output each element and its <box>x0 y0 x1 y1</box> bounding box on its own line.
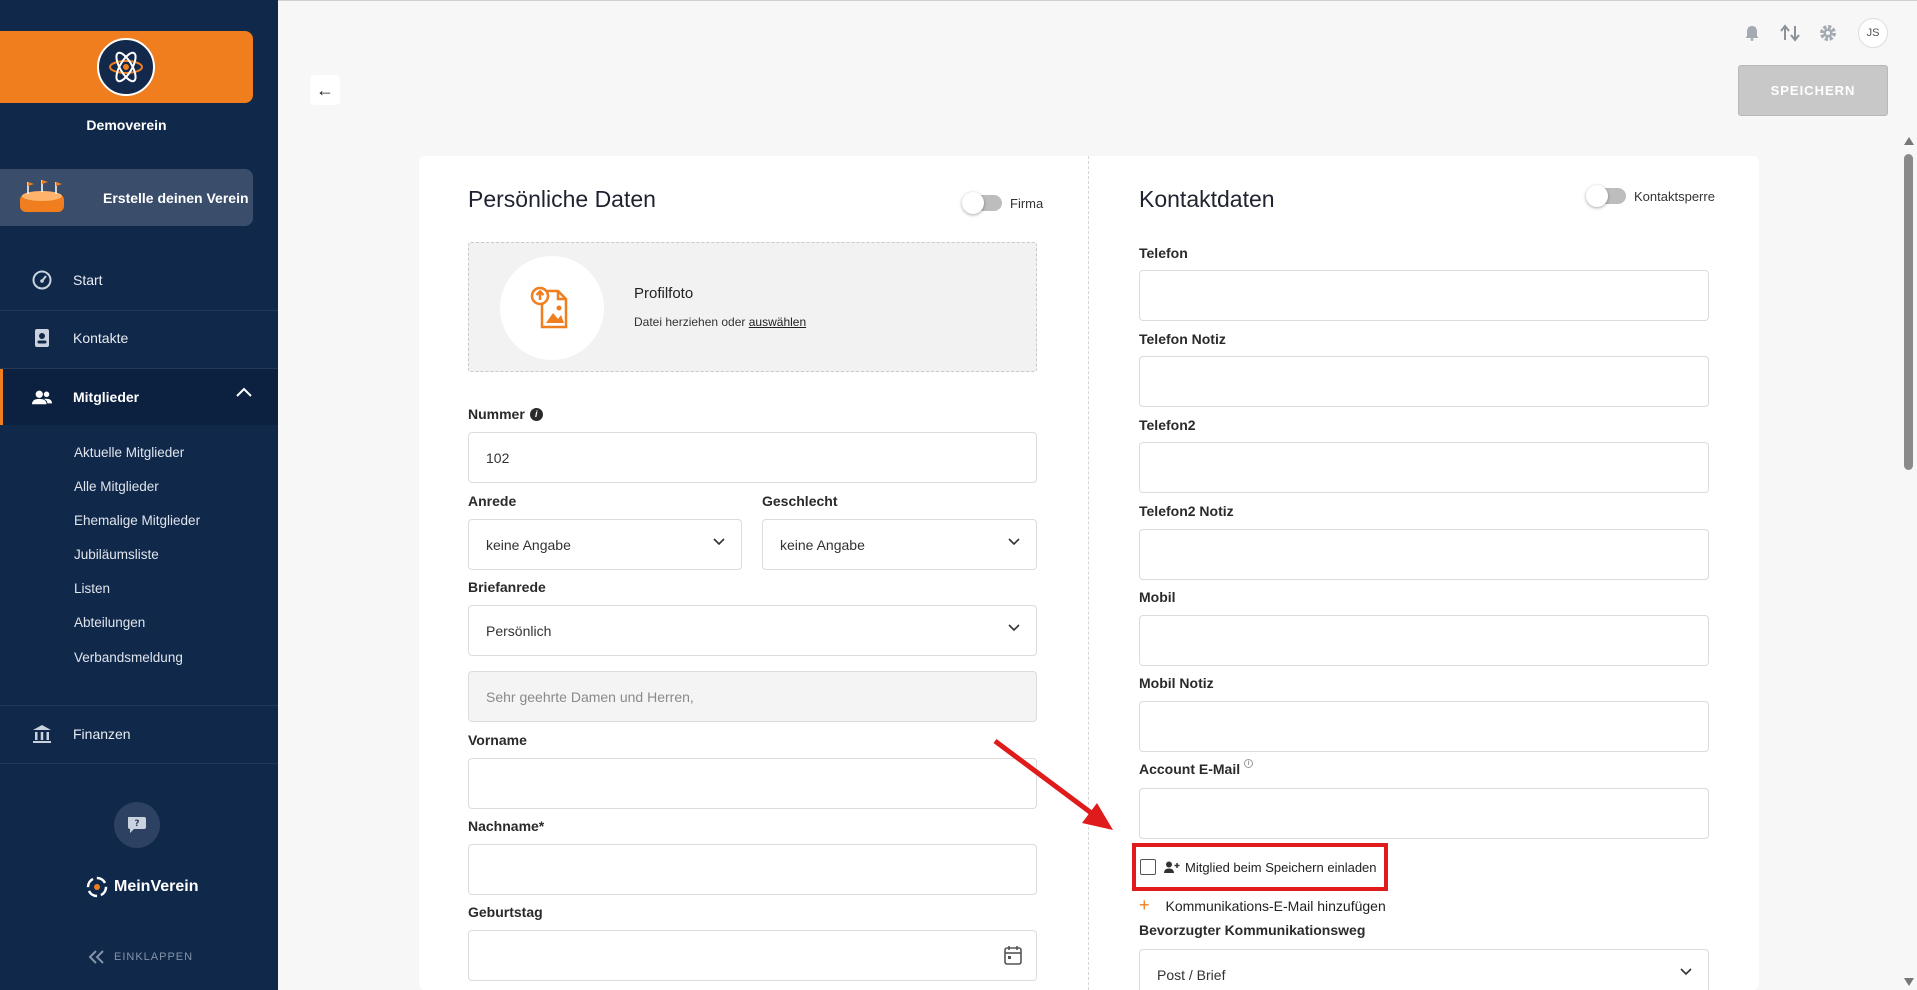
phone2-note-label: Telefon2 Notiz <box>1139 503 1234 519</box>
info-icon[interactable]: i <box>1244 758 1254 768</box>
top-actions: JS <box>1740 18 1888 48</box>
info-icon[interactable]: i <box>529 407 543 421</box>
double-chevron-left-icon <box>88 950 104 964</box>
add-communication-email-button[interactable]: + Kommunikations-E-Mail hinzufügen <box>1139 895 1386 916</box>
svg-text:?: ? <box>134 819 139 829</box>
phone2-note-input[interactable] <box>1139 529 1709 580</box>
firstname-input[interactable] <box>468 758 1037 809</box>
contact-card-icon <box>32 328 52 348</box>
sidebar-subitem-former-members[interactable]: Ehemalige Mitglieder <box>74 513 200 528</box>
nav-label: Kontakte <box>73 330 129 346</box>
sidebar-subitem-lists[interactable]: Listen <box>74 581 110 596</box>
arrow-left-icon: ← <box>316 79 334 100</box>
chevron-up-icon[interactable] <box>236 387 252 397</box>
profile-photo-dropzone[interactable]: Profilfoto Datei herziehen oder auswähle… <box>468 242 1037 372</box>
sidebar-subitem-association-report[interactable]: Verbandsmeldung <box>74 650 183 665</box>
profile-photo-title: Profilfoto <box>634 285 694 302</box>
company-toggle[interactable]: Firma <box>962 192 1043 214</box>
nav-item-members[interactable]: Mitglieder <box>0 369 278 425</box>
number-input[interactable]: 102 <box>468 432 1037 483</box>
nav-item-start[interactable]: Start <box>0 252 278 308</box>
nav-label: Finanzen <box>73 726 131 742</box>
phone-input[interactable] <box>1139 270 1709 321</box>
save-button[interactable]: SPEICHERN <box>1738 65 1888 116</box>
user-avatar[interactable]: JS <box>1858 18 1888 48</box>
chevron-down-icon <box>1680 968 1692 976</box>
sidebar-subitem-departments[interactable]: Abteilungen <box>74 615 145 630</box>
bank-icon <box>32 724 52 744</box>
preferred-communication-select[interactable]: Post / Brief <box>1139 949 1709 990</box>
account-email-input[interactable] <box>1139 788 1709 839</box>
letter-salutation-select[interactable]: Persönlich <box>468 605 1037 656</box>
members-icon <box>32 387 52 407</box>
scroll-up-arrow[interactable] <box>1904 137 1914 145</box>
chevron-down-icon <box>713 538 725 546</box>
user-plus-icon <box>1164 861 1180 873</box>
mobile-note-input[interactable] <box>1139 701 1709 752</box>
meinverein-logo-icon <box>86 876 108 898</box>
profile-photo-hint: Datei herziehen oder auswählen <box>634 315 807 329</box>
club-name: Demoverein <box>86 117 167 133</box>
invite-member-label: Mitglied beim Speichern einladen <box>1185 859 1377 875</box>
salutation-select[interactable]: keine Angabe <box>468 519 742 570</box>
phone2-label: Telefon2 <box>1139 417 1196 433</box>
gear-icon[interactable] <box>1816 21 1840 45</box>
contact-data-title: Kontaktdaten <box>1139 186 1275 212</box>
phone-label: Telefon <box>1139 245 1188 261</box>
image-upload-icon <box>500 256 604 360</box>
preferred-communication-label: Bevorzugter Kommunikationsweg <box>1139 922 1366 938</box>
nav-item-contacts[interactable]: Kontakte <box>0 310 278 366</box>
company-switch[interactable] <box>962 192 1002 214</box>
personal-data-title: Persönliche Daten <box>468 186 656 212</box>
phone2-input[interactable] <box>1139 442 1709 493</box>
sidebar-subitem-all-members[interactable]: Alle Mitglieder <box>74 479 159 494</box>
invite-member-checkbox[interactable] <box>1140 859 1156 875</box>
chevron-down-icon <box>1008 624 1020 632</box>
letter-salutation-label: Briefanrede <box>468 579 546 595</box>
nav-label: Start <box>73 272 103 288</box>
club-logo-icon[interactable] <box>97 38 155 96</box>
create-club-button[interactable]: Erstelle deinen Verein <box>0 169 253 226</box>
back-button[interactable]: ← <box>310 75 340 105</box>
sidebar-subitem-anniversary-list[interactable]: Jubiläumsliste <box>74 547 159 562</box>
select-file-link[interactable]: auswählen <box>749 315 806 329</box>
nav-label: Mitglieder <box>73 389 140 405</box>
stadium-icon <box>20 179 64 212</box>
scrollbar-thumb[interactable] <box>1904 154 1913 470</box>
lastname-label: Nachname* <box>468 818 545 834</box>
sync-arrows-icon[interactable] <box>1778 21 1802 45</box>
sidebar-subitem-current-members[interactable]: Aktuelle Mitglieder <box>74 445 184 460</box>
bell-icon[interactable] <box>1740 21 1764 45</box>
mobile-label: Mobil <box>1139 589 1176 605</box>
firstname-label: Vorname <box>468 732 527 748</box>
plus-icon: + <box>1139 895 1150 915</box>
birthday-label: Geburtstag <box>468 904 543 920</box>
create-club-label: Erstelle deinen Verein <box>103 189 249 206</box>
letter-salutation-text-input: Sehr geehrte Damen und Herren, <box>468 671 1037 722</box>
account-email-label: Account E-Mail i <box>1139 758 1254 777</box>
contact-block-toggle[interactable]: Kontaktsperre <box>1586 185 1715 207</box>
calendar-icon[interactable] <box>1004 945 1022 965</box>
mobile-note-label: Mobil Notiz <box>1139 675 1214 691</box>
birthday-input[interactable] <box>468 930 1037 981</box>
help-chat-button[interactable]: ? <box>114 802 160 848</box>
gender-select[interactable]: keine Angabe <box>762 519 1037 570</box>
scroll-down-arrow[interactable] <box>1904 978 1914 986</box>
nav-item-finances[interactable]: Finanzen <box>0 706 278 762</box>
mobile-input[interactable] <box>1139 615 1709 666</box>
phone-note-label: Telefon Notiz <box>1139 331 1226 347</box>
number-label: Nummer i <box>468 406 543 422</box>
meinverein-logo: MeinVerein <box>86 876 198 898</box>
invite-member-checkbox-row[interactable]: Mitglied beim Speichern einladen <box>1140 859 1377 875</box>
lastname-input[interactable] <box>468 844 1037 895</box>
sidebar: Demoverein Erstelle deinen Verein Start … <box>0 0 278 990</box>
phone-note-input[interactable] <box>1139 356 1709 407</box>
dashboard-gauge-icon <box>32 270 52 290</box>
help-chat-icon: ? <box>128 817 146 833</box>
collapse-sidebar-button[interactable]: EINKLAPPEN <box>88 950 193 964</box>
gender-label: Geschlecht <box>762 493 838 509</box>
contact-block-switch[interactable] <box>1586 185 1626 207</box>
salutation-label: Anrede <box>468 493 517 509</box>
chevron-down-icon <box>1008 538 1020 546</box>
